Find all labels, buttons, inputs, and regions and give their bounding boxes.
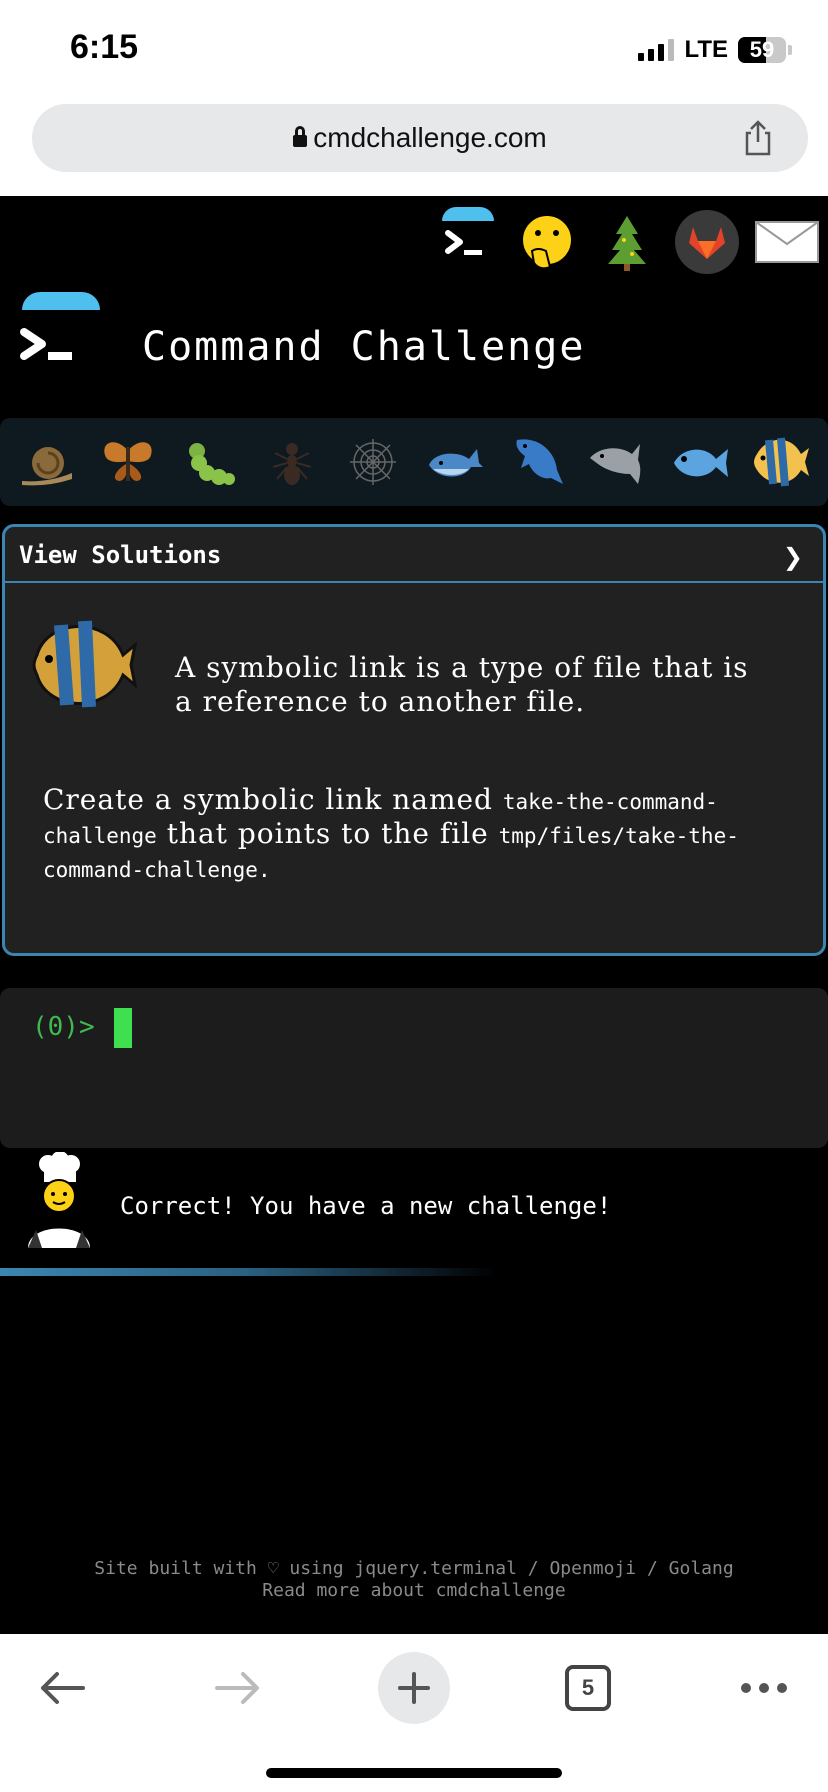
footer-read-more-link[interactable]: Read more about cmdchallenge — [0, 1580, 828, 1602]
battery-tip — [788, 45, 792, 55]
task-text-1: Create a symbolic link named — [43, 783, 493, 816]
solutions-panel: View Solutions ❯ A symbolic link is a ty… — [2, 524, 826, 956]
dolphin-blue-icon[interactable] — [505, 431, 567, 493]
battery-icon: 59 — [738, 37, 786, 63]
page-content: Command Challenge View Solutions ❯ A sym… — [0, 196, 828, 1634]
feedback-message: Correct! You have a new challenge! — [120, 1192, 612, 1220]
tropical-fish-icon — [27, 615, 138, 715]
network-label: LTE — [684, 36, 728, 63]
status-indicators: LTE 59 — [638, 36, 792, 64]
face-with-hand-over-mouth-icon[interactable] — [514, 209, 580, 275]
share-icon[interactable] — [738, 118, 778, 158]
terminal-cursor — [114, 1008, 132, 1048]
signal-icon — [638, 39, 675, 61]
challenge-description: A symbolic link is a type of file that i… — [175, 651, 749, 718]
task-end: . — [257, 858, 271, 882]
whale-icon[interactable] — [424, 431, 486, 493]
more-button[interactable] — [728, 1652, 800, 1724]
status-time: 6:15 — [70, 28, 139, 66]
tabs-button[interactable]: 5 — [552, 1652, 624, 1724]
forward-button[interactable] — [202, 1652, 274, 1724]
page-title: Command Challenge — [142, 324, 586, 370]
back-button[interactable] — [26, 1652, 98, 1724]
footer-credits[interactable]: Site built with ♡ using jquery.terminal … — [0, 1558, 828, 1580]
battery-level: 59 — [749, 37, 775, 62]
view-solutions-toggle[interactable]: View Solutions ❯ — [5, 527, 823, 583]
view-solutions-label: View Solutions — [19, 541, 222, 569]
footer: Site built with ♡ using jquery.terminal … — [0, 1558, 828, 1602]
chef-icon — [24, 1151, 94, 1248]
header-icons — [434, 202, 820, 282]
logo-icon — [18, 292, 100, 378]
dolphin-gray-icon[interactable] — [587, 431, 649, 493]
home-indicator — [266, 1768, 562, 1778]
mail-icon[interactable] — [754, 209, 820, 275]
terminal-prompt: (0)> — [32, 1012, 95, 1042]
lock-icon — [293, 126, 308, 147]
fish-icon[interactable] — [669, 431, 731, 493]
status-bar: 6:15 LTE 59 — [0, 0, 828, 96]
address-bar: cmdchallenge.com — [0, 96, 828, 196]
butterfly-icon[interactable] — [97, 431, 159, 493]
browser-toolbar: 5 — [0, 1634, 828, 1792]
url-text: cmdchallenge.com — [313, 122, 547, 153]
level-selector — [0, 418, 828, 506]
terminal-icon[interactable] — [434, 207, 500, 275]
terminal-input[interactable]: (0)> — [0, 988, 828, 1148]
tropical-fish-icon[interactable] — [750, 431, 812, 493]
gitlab-icon[interactable] — [674, 209, 740, 275]
ant-icon[interactable] — [261, 431, 323, 493]
url-field[interactable]: cmdchallenge.com — [32, 104, 808, 172]
snail-icon[interactable] — [16, 431, 78, 493]
caterpillar-icon[interactable] — [179, 431, 241, 493]
challenge-task: Create a symbolic link named take-the-co… — [43, 783, 803, 885]
tree-icon[interactable] — [594, 209, 660, 275]
spider-web-icon[interactable] — [342, 431, 404, 493]
progress-bar — [0, 1268, 828, 1276]
task-text-2: that points to the file — [166, 817, 489, 850]
new-tab-button[interactable] — [378, 1652, 450, 1724]
progress-fill — [0, 1268, 497, 1276]
tab-count: 5 — [565, 1665, 611, 1711]
chevron-right-icon: ❯ — [782, 543, 803, 571]
